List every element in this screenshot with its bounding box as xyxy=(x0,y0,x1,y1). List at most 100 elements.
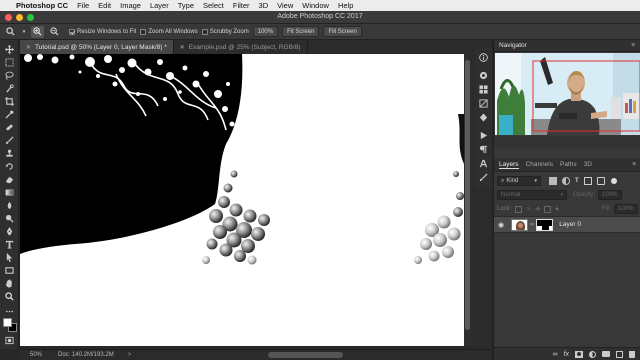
adjustment-filter-icon[interactable] xyxy=(562,177,570,185)
zoom-tool-preset-icon[interactable] xyxy=(4,26,17,38)
zoom-all-windows-checkbox[interactable] xyxy=(140,28,147,35)
menu-file[interactable]: File xyxy=(77,1,89,10)
adjustment-layer-icon[interactable] xyxy=(589,350,596,358)
link-layers-icon[interactable]: ∞ xyxy=(553,351,558,358)
pen-tool-icon[interactable] xyxy=(3,226,16,237)
brush-settings-icon[interactable] xyxy=(478,172,489,183)
lock-position-icon[interactable]: ✥ xyxy=(535,206,540,213)
adjustments-icon[interactable] xyxy=(478,98,489,109)
crop-tool-icon[interactable] xyxy=(3,96,16,107)
link-icon[interactable]: ∞ xyxy=(530,222,534,228)
dodge-tool-icon[interactable] xyxy=(3,213,16,224)
eye-icon[interactable]: ◉ xyxy=(494,221,508,229)
menu-type[interactable]: Type xyxy=(178,1,194,10)
menu-filter[interactable]: Filter xyxy=(233,1,250,10)
layer-row[interactable]: ◉ ∞ Layer 0 xyxy=(494,216,640,233)
zoom-level[interactable]: 50% xyxy=(20,352,58,358)
gradient-tool-icon[interactable] xyxy=(3,187,16,198)
lock-transparent-pixels-icon[interactable] xyxy=(515,205,523,213)
rectangle-tool-icon[interactable] xyxy=(3,265,16,276)
hand-tool-icon[interactable] xyxy=(3,278,16,289)
tab-channels[interactable]: Channels xyxy=(526,161,553,168)
document-canvas[interactable] xyxy=(20,54,464,346)
resize-windows-checkbox[interactable] xyxy=(69,28,75,35)
character-icon[interactable] xyxy=(478,158,489,169)
tab-example-psd[interactable]: ✕ Example.psd @ 25% (Subject, RGB/8) xyxy=(174,40,308,54)
menu-select[interactable]: Select xyxy=(203,1,224,10)
status-menu-arrow[interactable]: > xyxy=(128,352,132,358)
type-tool-icon[interactable] xyxy=(3,239,16,250)
chevron-down-icon[interactable]: ▾ xyxy=(21,26,27,38)
menu-image[interactable]: Image xyxy=(120,1,141,10)
paragraph-icon[interactable] xyxy=(478,144,489,155)
lasso-tool-icon[interactable] xyxy=(3,70,16,81)
menu-app-name[interactable]: Photoshop CC xyxy=(16,1,68,10)
styles-icon[interactable] xyxy=(478,112,489,123)
info-icon[interactable] xyxy=(478,52,489,63)
layer-mask-thumbnail[interactable] xyxy=(536,218,554,231)
opacity-field[interactable]: 100% xyxy=(598,190,623,200)
panel-menu-icon[interactable]: ≡ xyxy=(631,42,635,49)
menu-edit[interactable]: Edit xyxy=(98,1,111,10)
menu-3d[interactable]: 3D xyxy=(259,1,269,10)
panel-menu-icon[interactable]: ≡ xyxy=(632,161,636,168)
canvas-horizontal-scrollbar[interactable] xyxy=(268,352,343,358)
clone-stamp-tool-icon[interactable] xyxy=(3,148,16,159)
smart-object-filter-icon[interactable] xyxy=(596,177,605,185)
color-icon[interactable] xyxy=(478,70,489,81)
zoom-all-windows-option[interactable]: Zoom All Windows xyxy=(140,28,198,35)
tab-tutorial-psd[interactable]: ✕ Tutorial.psd @ 50% (Layer 0, Layer Mas… xyxy=(20,40,174,54)
new-layer-icon[interactable] xyxy=(616,350,623,358)
swatches-icon[interactable] xyxy=(478,84,489,95)
fx-icon[interactable]: fx xyxy=(564,351,569,358)
zoom-in-icon[interactable] xyxy=(31,25,44,38)
tab-paths[interactable]: Paths xyxy=(560,161,577,168)
menu-window[interactable]: Window xyxy=(302,1,329,10)
type-filter-icon[interactable]: T xyxy=(575,178,579,184)
close-tab-icon[interactable]: ✕ xyxy=(180,44,185,51)
fit-screen-button[interactable]: Fit Screen xyxy=(282,26,320,37)
marquee-tool-icon[interactable] xyxy=(3,57,16,68)
layer-name[interactable]: Layer 0 xyxy=(559,221,581,228)
scrubby-zoom-checkbox[interactable] xyxy=(201,28,208,35)
brush-tool-icon[interactable] xyxy=(3,135,16,146)
trash-icon[interactable] xyxy=(629,350,635,358)
resize-windows-option[interactable]: Resize Windows to Fit xyxy=(69,28,136,35)
lock-artboard-icon[interactable] xyxy=(544,205,552,213)
zoom-out-icon[interactable] xyxy=(48,26,61,38)
menu-view[interactable]: View xyxy=(277,1,293,10)
shape-filter-icon[interactable] xyxy=(583,177,592,185)
close-tab-icon[interactable]: ✕ xyxy=(26,44,31,51)
history-brush-tool-icon[interactable] xyxy=(3,161,16,172)
blur-tool-icon[interactable] xyxy=(3,200,16,211)
menu-help[interactable]: Help xyxy=(338,1,353,10)
play-icon[interactable] xyxy=(478,130,489,141)
menu-layer[interactable]: Layer xyxy=(150,1,169,10)
pixel-filter-icon[interactable] xyxy=(549,177,557,185)
add-mask-icon[interactable] xyxy=(575,350,583,358)
tab-layers[interactable]: Layers xyxy=(499,161,519,169)
quick-selection-tool-icon[interactable] xyxy=(3,83,16,94)
canvas-vertical-scrollbar[interactable] xyxy=(464,54,471,346)
filter-kind-select[interactable]: ⌕ Kind ▾ xyxy=(497,176,541,186)
filter-toggle-icon[interactable] xyxy=(610,178,617,184)
eyedropper-tool-icon[interactable] xyxy=(3,109,16,120)
navigator-panel-header[interactable]: Navigator ≡ xyxy=(494,40,640,52)
foreground-color-swatch[interactable] xyxy=(3,318,12,327)
scrubby-zoom-option[interactable]: Scrubby Zoom xyxy=(201,28,249,35)
scrollbar-thumb[interactable] xyxy=(465,60,470,330)
healing-brush-tool-icon[interactable] xyxy=(3,122,16,133)
lock-all-icon[interactable]: 🔒︎ xyxy=(555,206,558,213)
eraser-tool-icon[interactable] xyxy=(3,174,16,185)
fill-screen-button[interactable]: Fill Screen xyxy=(323,26,362,37)
more-tools-icon[interactable] xyxy=(3,306,16,317)
zoom-100-button[interactable]: 100% xyxy=(252,26,279,37)
quick-mask-icon[interactable] xyxy=(3,336,16,345)
layer-thumbnail[interactable] xyxy=(511,218,528,231)
zoom-tool-icon[interactable] xyxy=(3,291,16,302)
tab-3d[interactable]: 3D xyxy=(584,161,592,168)
path-selection-tool-icon[interactable] xyxy=(3,252,16,263)
fill-field[interactable]: 100% xyxy=(614,204,638,214)
blend-mode-select[interactable]: Normal ▾ xyxy=(497,190,567,200)
lock-image-pixels-icon[interactable]: ✎ xyxy=(526,206,531,213)
